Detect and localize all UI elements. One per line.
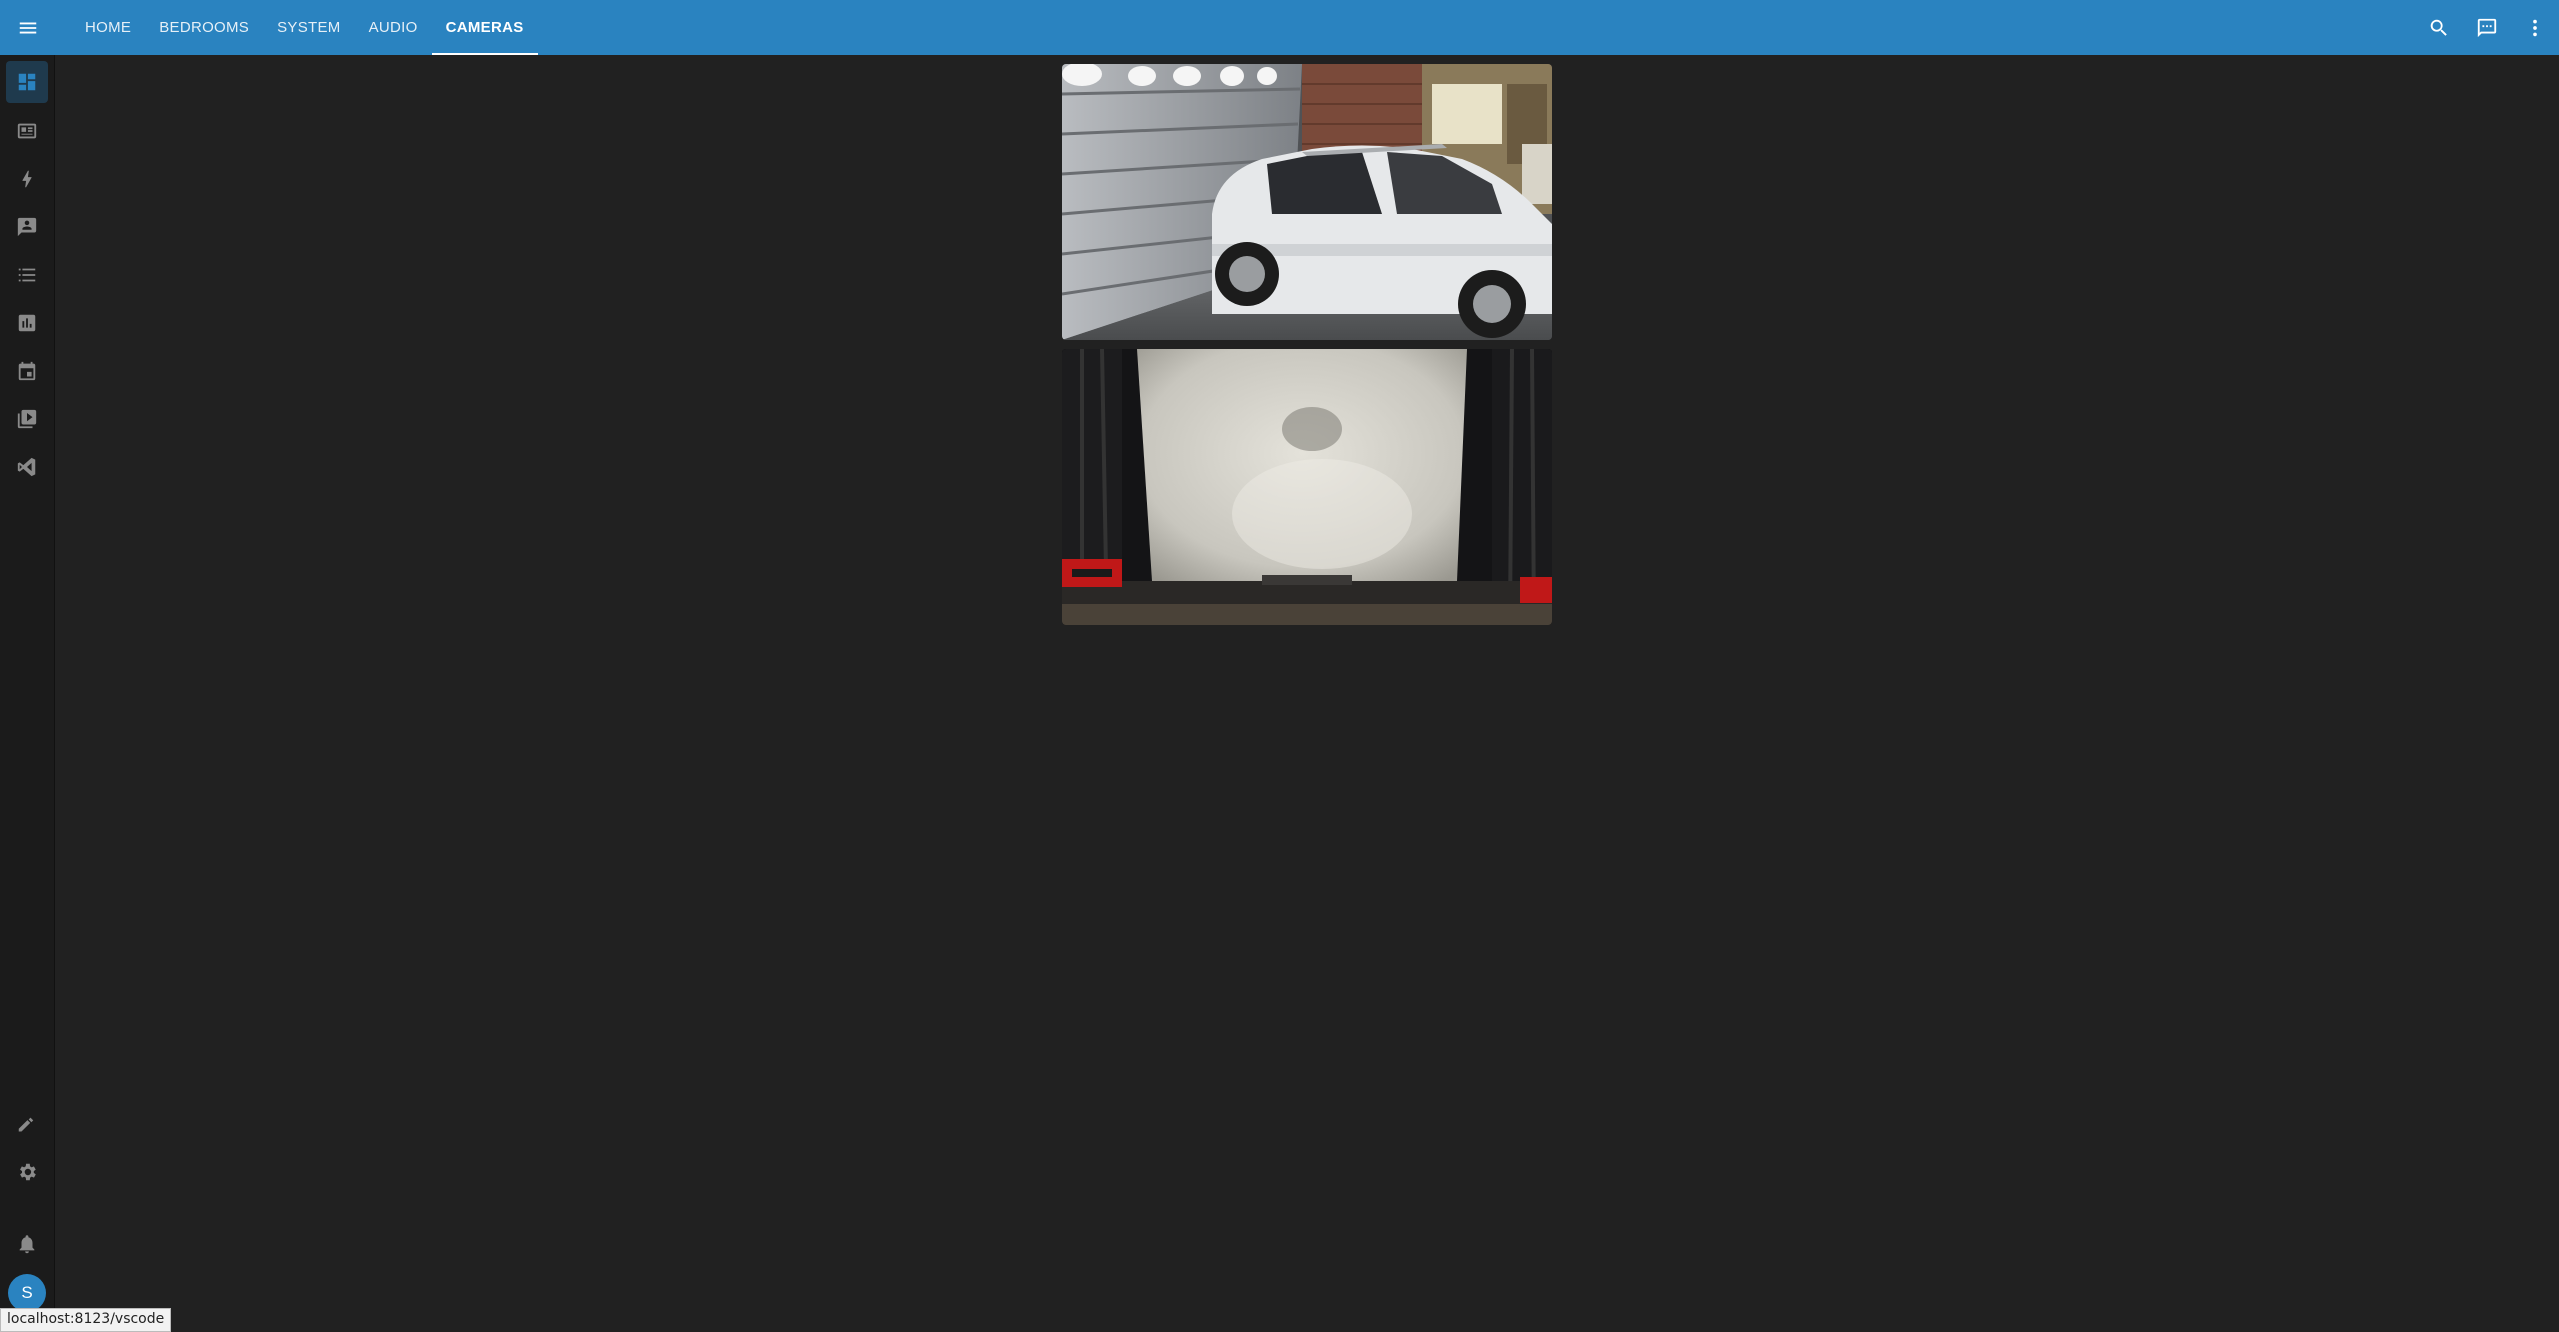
view-tabs: HOME BEDROOMS SYSTEM AUDIO CAMERAS <box>71 0 538 55</box>
tab-bedrooms-label: BEDROOMS <box>159 19 250 36</box>
dashboard-icon <box>18 73 36 91</box>
sidebar-item-energy[interactable] <box>6 158 48 200</box>
tab-bedrooms[interactable]: BEDROOMS <box>145 0 263 55</box>
sidebar-item-developer-tools[interactable] <box>6 1102 48 1144</box>
printer-camera-card[interactable] <box>1062 349 1552 625</box>
vscode-icon <box>17 457 36 477</box>
tab-system-label: SYSTEM <box>277 19 341 36</box>
sidebar: S <box>0 0 55 1332</box>
sidebar-item-map[interactable] <box>6 110 48 152</box>
user-avatar[interactable]: S <box>8 1274 46 1312</box>
sidebar-item-history[interactable] <box>6 302 48 344</box>
tab-cameras[interactable]: CAMERAS <box>431 0 538 55</box>
sidebar-item-overview[interactable] <box>6 61 48 103</box>
assist-button[interactable] <box>2463 0 2511 55</box>
more-vertical-icon <box>2533 19 2537 36</box>
sidebar-item-notifications[interactable] <box>6 1223 48 1265</box>
media-icon <box>17 409 37 429</box>
history-icon <box>18 314 36 332</box>
garage-camera-image <box>1062 64 1552 340</box>
bell-icon <box>19 1235 35 1254</box>
search-icon <box>2430 19 2447 36</box>
calendar-icon <box>18 361 36 381</box>
printer-camera-image <box>1062 349 1552 625</box>
status-bar-url: localhost:8123/vscode <box>0 1308 172 1332</box>
sidebar-item-todo[interactable] <box>6 254 48 296</box>
toolbar-actions <box>2415 0 2559 55</box>
tab-home[interactable]: HOME <box>71 0 145 55</box>
tab-audio[interactable]: AUDIO <box>355 0 432 55</box>
menu-icon <box>19 22 36 33</box>
tab-audio-label: AUDIO <box>368 19 418 36</box>
logbook-icon <box>17 217 37 237</box>
settings-icon <box>20 1163 36 1181</box>
top-app-bar: HOME BEDROOMS SYSTEM AUDIO CAMERAS <box>55 0 2559 55</box>
sidebar-item-calendar[interactable] <box>6 350 48 392</box>
map-icon <box>17 123 37 139</box>
dashboard-content <box>55 55 2559 1332</box>
sidebar-item-media[interactable] <box>6 398 48 440</box>
sidebar-item-settings[interactable] <box>6 1151 48 1193</box>
menu-button[interactable] <box>0 0 55 55</box>
search-button[interactable] <box>2415 0 2463 55</box>
garage-camera-card[interactable] <box>1062 64 1552 340</box>
tab-system[interactable]: SYSTEM <box>263 0 354 55</box>
developer-tools-icon <box>18 1117 34 1132</box>
user-initial: S <box>21 1283 33 1302</box>
sidebar-item-logbook[interactable] <box>6 206 48 248</box>
energy-icon <box>22 170 32 188</box>
more-options-button[interactable] <box>2511 0 2559 55</box>
app-root: S HOME BEDROOMS SYSTEM AUDIO CAMERAS loc… <box>0 0 2559 1332</box>
list-icon <box>18 268 36 282</box>
sidebar-item-vscode[interactable] <box>6 446 48 488</box>
tab-home-label: HOME <box>85 19 132 36</box>
assist-icon <box>2477 18 2497 37</box>
tab-cameras-label: CAMERAS <box>445 19 524 36</box>
